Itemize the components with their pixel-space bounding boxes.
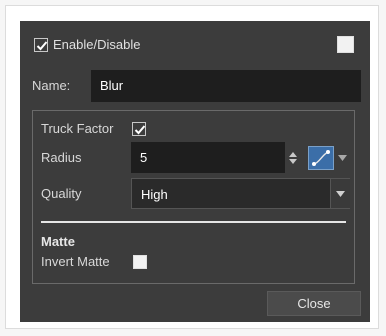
quality-dropdown[interactable]: High xyxy=(131,178,350,209)
invert-matte-checkbox[interactable] xyxy=(133,255,147,269)
truck-factor-label: Truck Factor xyxy=(41,121,114,136)
invert-matte-label: Invert Matte xyxy=(41,254,110,269)
quality-label: Quality xyxy=(41,186,82,201)
function-curve-button[interactable] xyxy=(308,146,334,170)
function-curve-icon xyxy=(312,150,330,166)
matte-heading: Matte xyxy=(41,234,75,249)
enable-label: Enable/Disable xyxy=(53,37,141,52)
curve-menu-arrow-icon[interactable] xyxy=(338,155,347,161)
radius-field[interactable]: 5 xyxy=(131,142,285,173)
checkmark-icon xyxy=(134,125,146,135)
spin-arrows-icon[interactable] xyxy=(289,152,297,164)
checkmark-icon xyxy=(36,41,48,51)
truck-factor-checkbox[interactable] xyxy=(132,122,146,136)
separator-line xyxy=(41,221,346,223)
name-label: Name: xyxy=(32,78,71,93)
name-field[interactable]: Blur xyxy=(91,70,361,102)
close-button[interactable]: Close xyxy=(267,291,361,316)
parameters-group: Truck Factor Radius 5 Quality High Matte… xyxy=(32,110,355,284)
dropdown-arrow-icon xyxy=(336,191,345,197)
color-swatch[interactable] xyxy=(337,36,354,53)
blur-effect-dialog: Enable/Disable Name: Blur Truck Factor R… xyxy=(20,21,370,322)
quality-dropdown-button[interactable] xyxy=(330,179,350,208)
quality-value: High xyxy=(141,187,168,202)
radius-label: Radius xyxy=(41,150,82,165)
enable-checkbox[interactable] xyxy=(34,38,48,52)
